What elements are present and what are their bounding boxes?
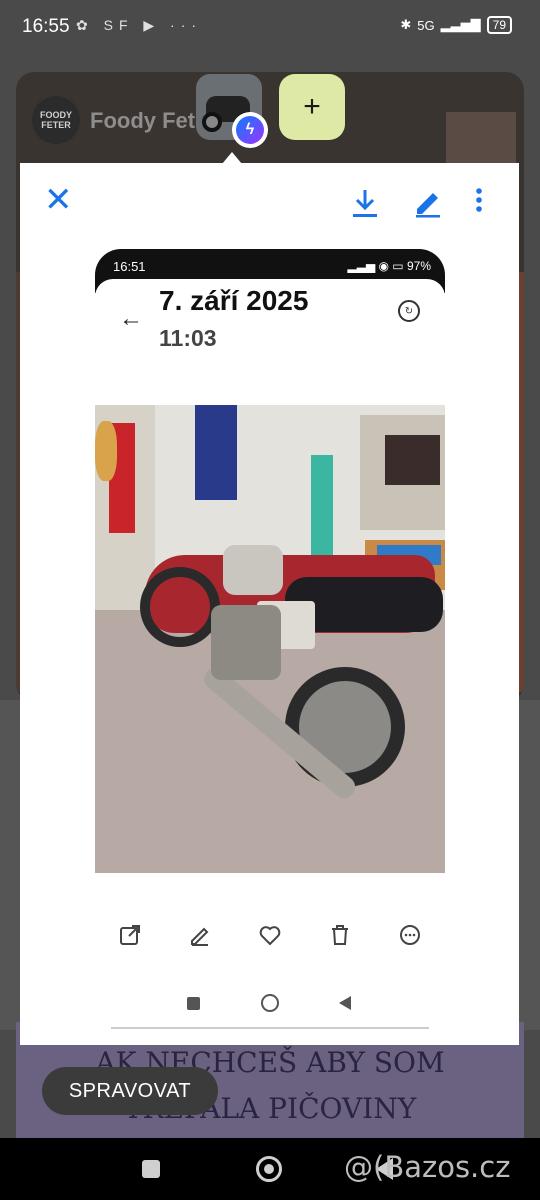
signal-label: 5G (417, 17, 435, 33)
add-chat-button[interactable]: + (279, 74, 345, 140)
chat-head-wheel-front (202, 112, 222, 132)
background-avatar: FOODY FETER (32, 96, 80, 144)
messenger-icon: ϟ (232, 112, 268, 148)
close-button[interactable]: ✕ (44, 183, 73, 217)
download-button[interactable] (350, 187, 380, 219)
status-bar: 16:55 ✿ SF ▶ ··· ✱ 5G ▂▃▅▇ 79 (0, 0, 540, 52)
trash-icon (332, 925, 348, 945)
home-button[interactable] (256, 1156, 282, 1182)
edit-button[interactable] (413, 187, 443, 219)
background-author-name: Foody Fet (90, 108, 196, 133)
share-icon (120, 925, 140, 945)
screenshot-date: 7. září 2025 (159, 285, 309, 316)
heart-icon (259, 926, 281, 946)
edit-icon (191, 927, 209, 946)
more-options-button[interactable] (472, 185, 486, 217)
more-vert-icon (476, 188, 482, 212)
screenshot-status-icons: ▂▃▅ ◉ ▭ 97% (347, 259, 431, 273)
battery-indicator: 79 (486, 16, 512, 34)
shared-screenshot: 16:51 ▂▃▅ ◉ ▭ 97% ← 7. září 2025 11:03 ↻ (95, 249, 445, 1029)
recents-button[interactable] (142, 1160, 160, 1178)
screenshot-bottom-edge (111, 1027, 429, 1029)
pencil-icon (416, 193, 440, 218)
status-clock: 16:55 (22, 16, 70, 37)
screenshot-nav-bar (95, 989, 445, 1019)
more-horizontal-icon (400, 925, 420, 945)
download-icon (353, 190, 377, 217)
screenshot-time: 11:03 (159, 325, 217, 351)
bluetooth-icon: ✱ (400, 17, 412, 32)
status-notification-icons: ✿ SF ▶ ··· (76, 17, 203, 33)
motorcycle-photo (95, 405, 445, 873)
status-right-icons: ✱ 5G ▂▃▅▇ 79 (400, 16, 512, 34)
watermark-text: @(Bazos.cz (344, 1150, 511, 1184)
signal-icon: ▂▃▅▇ (440, 17, 481, 32)
screenshot-back-icon (339, 996, 351, 1010)
screenshot-home-icon (261, 994, 279, 1012)
screenshot-action-bar (95, 913, 445, 957)
manage-bubbles-button[interactable]: SPRAVOVAT (42, 1067, 218, 1115)
screenshot-recents-icon (187, 997, 200, 1010)
image-viewer-card: ✕ 16:51 ▂▃▅ ◉ ▭ 97% ← 7. září 2025 11:03… (20, 163, 519, 1045)
rotate-icon: ↻ (398, 300, 420, 322)
back-arrow-icon: ← (119, 305, 143, 332)
screenshot-clock: 16:51 (113, 259, 146, 274)
